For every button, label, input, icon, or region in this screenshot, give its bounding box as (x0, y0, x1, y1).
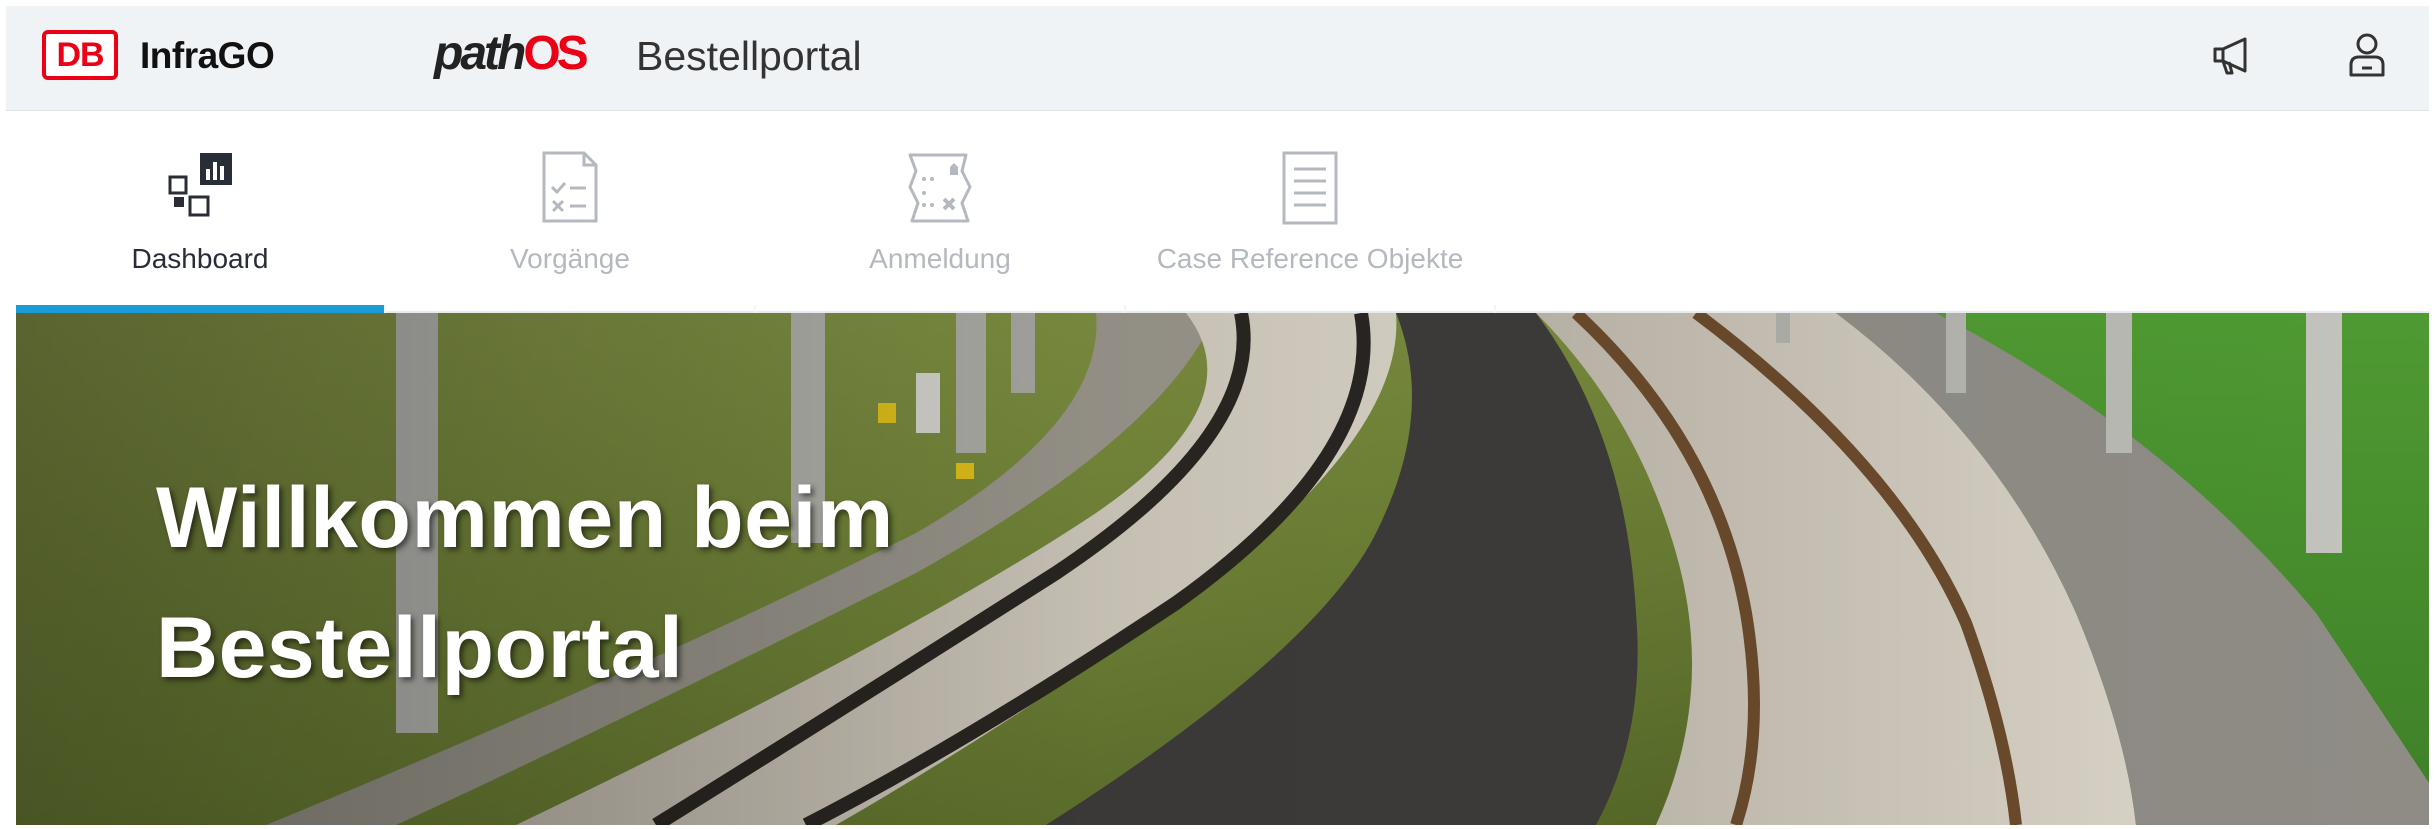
tab-dashboard[interactable]: Dashboard (16, 111, 384, 313)
document-list-icon (1270, 147, 1350, 227)
db-logo[interactable]: DB (42, 30, 118, 80)
tab-label: Vorgänge (510, 243, 630, 274)
top-header: DB InfraGO pathOS Bestellportal (6, 6, 2429, 111)
tab-vorgaenge[interactable]: Vorgänge (386, 111, 754, 311)
tab-label: Anmeldung (869, 243, 1011, 274)
main-tab-bar: Dashboard Vorgänge Anmeldung Case Refere… (16, 111, 2429, 313)
tab-anmeldung[interactable]: Anmeldung (756, 111, 1124, 311)
hero-welcome-title: Willkommen beim Bestellportal (156, 453, 1356, 713)
checklist-icon (530, 147, 610, 227)
hero-title-line1: Willkommen beim (156, 470, 894, 566)
hero-banner: Willkommen beim Bestellportal (16, 313, 2429, 825)
pathos-logo[interactable]: pathOS (434, 26, 589, 82)
dashboard-icon (160, 147, 240, 227)
pathos-logo-part2: OS (523, 27, 588, 80)
tab-divider (384, 305, 386, 313)
active-tab-indicator (16, 305, 384, 313)
megaphone-icon[interactable] (2204, 26, 2262, 84)
tab-divider (1124, 305, 1126, 313)
app-frame: DB InfraGO pathOS Bestellportal Dashboar… (0, 0, 2435, 829)
tab-case-reference-objekte[interactable]: Case Reference Objekte (1126, 111, 1494, 311)
user-icon[interactable] (2338, 26, 2396, 84)
registration-icon (900, 147, 980, 227)
pathos-logo-part1: path (434, 27, 526, 80)
hero-title-line2: Bestellportal (156, 600, 684, 696)
tab-divider (1494, 305, 1496, 313)
tab-divider (754, 305, 756, 313)
app-title: Bestellportal (636, 33, 862, 79)
tab-label: Case Reference Objekte (1156, 243, 1464, 274)
tab-label: Dashboard (131, 243, 269, 274)
brand-name: InfraGO (140, 35, 275, 76)
